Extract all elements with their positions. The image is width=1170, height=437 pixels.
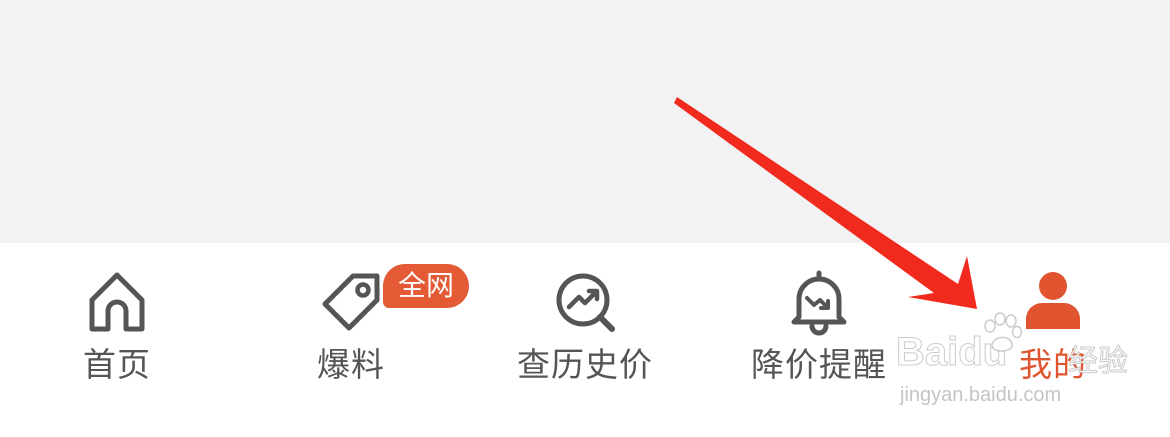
tab-profile[interactable]: 我的 [936,243,1170,437]
user-icon [1026,272,1080,329]
tab-price-history[interactable]: 查历史价 [468,243,702,437]
tab-home[interactable]: 首页 [0,243,234,437]
bottom-tab-bar: 首页 爆料 查历史价 降价提醒 我的 [0,243,1170,437]
home-icon [89,272,145,332]
price-history-icon [556,273,615,332]
tab-price-alert-label: 降价提醒 [751,345,887,384]
all-network-badge: 全网 [383,264,469,308]
tag-icon [322,273,380,331]
tab-profile-label: 我的 [1019,345,1087,384]
tab-price-history-label: 查历史价 [517,345,653,384]
tab-price-alert[interactable]: 降价提醒 [702,243,936,437]
bell-price-drop-icon [791,270,847,336]
tab-deals-label: 爆料 [317,345,385,384]
content-area-blank [0,0,1170,243]
tab-home-label: 首页 [83,345,151,384]
